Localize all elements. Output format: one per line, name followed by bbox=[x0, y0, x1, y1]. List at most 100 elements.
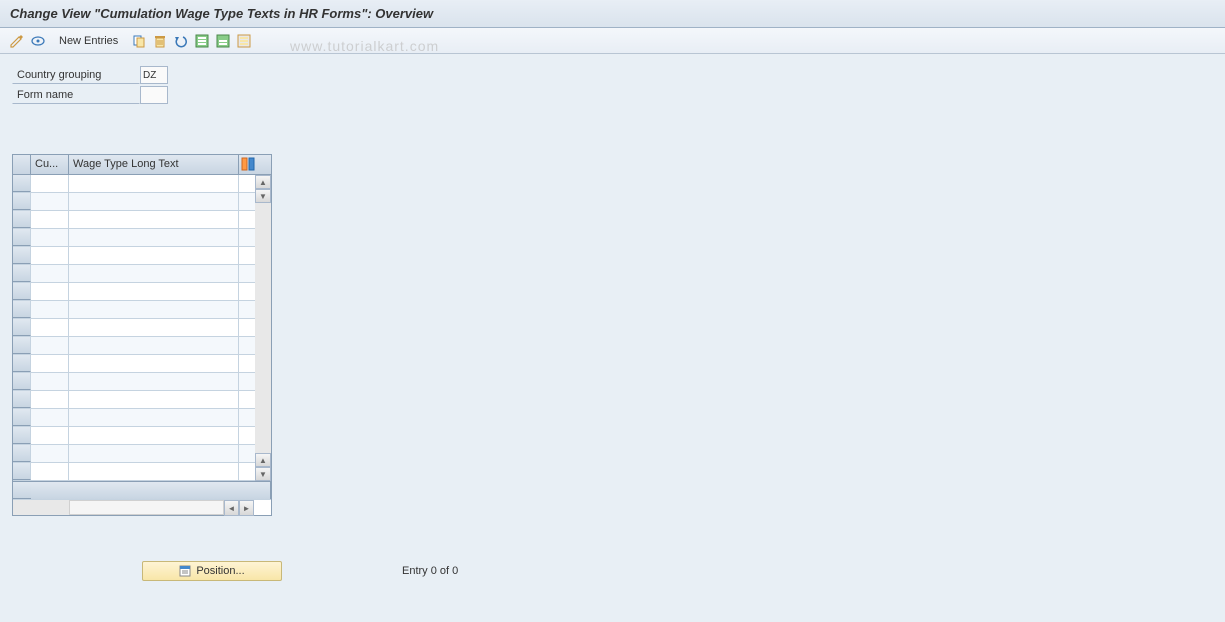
cell-col2[interactable] bbox=[69, 193, 239, 210]
table-footer-row bbox=[13, 481, 271, 499]
scroll-down-button[interactable]: ▼ bbox=[255, 189, 271, 203]
table-row[interactable] bbox=[13, 337, 255, 355]
cell-col1[interactable] bbox=[31, 193, 69, 210]
cell-col2[interactable] bbox=[69, 283, 239, 300]
cell-col1[interactable] bbox=[31, 211, 69, 228]
table-row[interactable] bbox=[13, 301, 255, 319]
undo-change-icon[interactable] bbox=[172, 32, 190, 50]
select-block-icon[interactable] bbox=[214, 32, 232, 50]
cell-col2[interactable] bbox=[69, 301, 239, 318]
table-row[interactable] bbox=[13, 319, 255, 337]
cell-col1[interactable] bbox=[31, 391, 69, 408]
table-row[interactable] bbox=[13, 391, 255, 409]
table-col1-header[interactable]: Cu... bbox=[31, 155, 69, 174]
cell-col1[interactable] bbox=[31, 463, 69, 480]
table-configure-icon[interactable] bbox=[239, 155, 257, 174]
cell-col2[interactable] bbox=[69, 445, 239, 462]
cell-col2[interactable] bbox=[69, 247, 239, 264]
table-col2-header[interactable]: Wage Type Long Text bbox=[69, 155, 239, 174]
cell-col2[interactable] bbox=[69, 355, 239, 372]
table-select-all-header[interactable] bbox=[13, 155, 31, 174]
form-name-input[interactable] bbox=[140, 86, 168, 104]
cell-col2[interactable] bbox=[69, 391, 239, 408]
cell-col1[interactable] bbox=[31, 301, 69, 318]
hscroll-left-button[interactable]: ◄ bbox=[224, 500, 239, 516]
table-row[interactable] bbox=[13, 445, 255, 463]
row-selector[interactable] bbox=[13, 463, 31, 480]
row-selector[interactable] bbox=[13, 319, 31, 336]
row-selector[interactable] bbox=[13, 229, 31, 246]
table-row[interactable] bbox=[13, 373, 255, 391]
cell-col2[interactable] bbox=[69, 409, 239, 426]
cell-col1[interactable] bbox=[31, 373, 69, 390]
table-footer-selector[interactable] bbox=[13, 482, 31, 499]
cell-col2[interactable] bbox=[69, 265, 239, 282]
other-view-icon[interactable] bbox=[29, 32, 47, 50]
cell-col1[interactable] bbox=[31, 409, 69, 426]
table-row[interactable] bbox=[13, 463, 255, 481]
table-row[interactable] bbox=[13, 355, 255, 373]
table-row[interactable] bbox=[13, 409, 255, 427]
row-selector[interactable] bbox=[13, 355, 31, 372]
table-row[interactable] bbox=[13, 265, 255, 283]
row-selector[interactable] bbox=[13, 427, 31, 444]
cell-col2[interactable] bbox=[69, 175, 239, 192]
row-selector[interactable] bbox=[13, 445, 31, 462]
row-selector[interactable] bbox=[13, 409, 31, 426]
scroll-down2-button[interactable]: ▼ bbox=[255, 467, 271, 481]
entry-counter-text: Entry 0 of 0 bbox=[402, 565, 458, 577]
row-selector[interactable] bbox=[13, 391, 31, 408]
footer-row: Position... Entry 0 of 0 bbox=[142, 561, 1213, 581]
table-row[interactable] bbox=[13, 283, 255, 301]
table-row[interactable] bbox=[13, 193, 255, 211]
cell-col2[interactable] bbox=[69, 319, 239, 336]
row-selector[interactable] bbox=[13, 301, 31, 318]
row-selector[interactable] bbox=[13, 193, 31, 210]
row-selector[interactable] bbox=[13, 337, 31, 354]
cell-col2[interactable] bbox=[69, 463, 239, 480]
scroll-up2-button[interactable]: ▲ bbox=[255, 453, 271, 467]
cell-col2[interactable] bbox=[69, 211, 239, 228]
cell-col2[interactable] bbox=[69, 337, 239, 354]
hscroll-right-button[interactable]: ► bbox=[239, 500, 254, 516]
vertical-scrollbar[interactable]: ▲ ▼ ▲ ▼ bbox=[255, 175, 271, 481]
new-entries-button[interactable]: New Entries bbox=[50, 32, 127, 50]
table-row[interactable] bbox=[13, 211, 255, 229]
row-selector[interactable] bbox=[13, 283, 31, 300]
country-grouping-input[interactable] bbox=[140, 66, 168, 84]
scroll-up-button[interactable]: ▲ bbox=[255, 175, 271, 189]
toggle-display-change-icon[interactable] bbox=[8, 32, 26, 50]
deselect-all-icon[interactable] bbox=[235, 32, 253, 50]
cell-col2[interactable] bbox=[69, 427, 239, 444]
row-selector[interactable] bbox=[13, 175, 31, 192]
row-selector[interactable] bbox=[13, 211, 31, 228]
content-area: Country grouping Form name Cu... Wage Ty… bbox=[0, 54, 1225, 622]
cell-col1[interactable] bbox=[31, 337, 69, 354]
copy-as-icon[interactable] bbox=[130, 32, 148, 50]
cell-col1[interactable] bbox=[31, 229, 69, 246]
cell-col1[interactable] bbox=[31, 427, 69, 444]
table-row[interactable] bbox=[13, 427, 255, 445]
cell-col1[interactable] bbox=[31, 265, 69, 282]
select-all-icon[interactable] bbox=[193, 32, 211, 50]
scroll-track[interactable] bbox=[255, 203, 271, 453]
row-selector[interactable] bbox=[13, 373, 31, 390]
position-icon bbox=[179, 565, 191, 577]
table-row[interactable] bbox=[13, 229, 255, 247]
table-body: ▲ ▼ ▲ ▼ bbox=[13, 175, 271, 481]
cell-col1[interactable] bbox=[31, 355, 69, 372]
row-selector[interactable] bbox=[13, 247, 31, 264]
table-row[interactable] bbox=[13, 247, 255, 265]
cell-col1[interactable] bbox=[31, 283, 69, 300]
cell-col2[interactable] bbox=[69, 373, 239, 390]
row-selector[interactable] bbox=[13, 265, 31, 282]
cell-col1[interactable] bbox=[31, 247, 69, 264]
hscroll-track[interactable] bbox=[69, 500, 224, 515]
position-button[interactable]: Position... bbox=[142, 561, 282, 581]
cell-col1[interactable] bbox=[31, 175, 69, 192]
cell-col1[interactable] bbox=[31, 319, 69, 336]
table-row[interactable] bbox=[13, 175, 255, 193]
cell-col1[interactable] bbox=[31, 445, 69, 462]
cell-col2[interactable] bbox=[69, 229, 239, 246]
delete-icon[interactable] bbox=[151, 32, 169, 50]
